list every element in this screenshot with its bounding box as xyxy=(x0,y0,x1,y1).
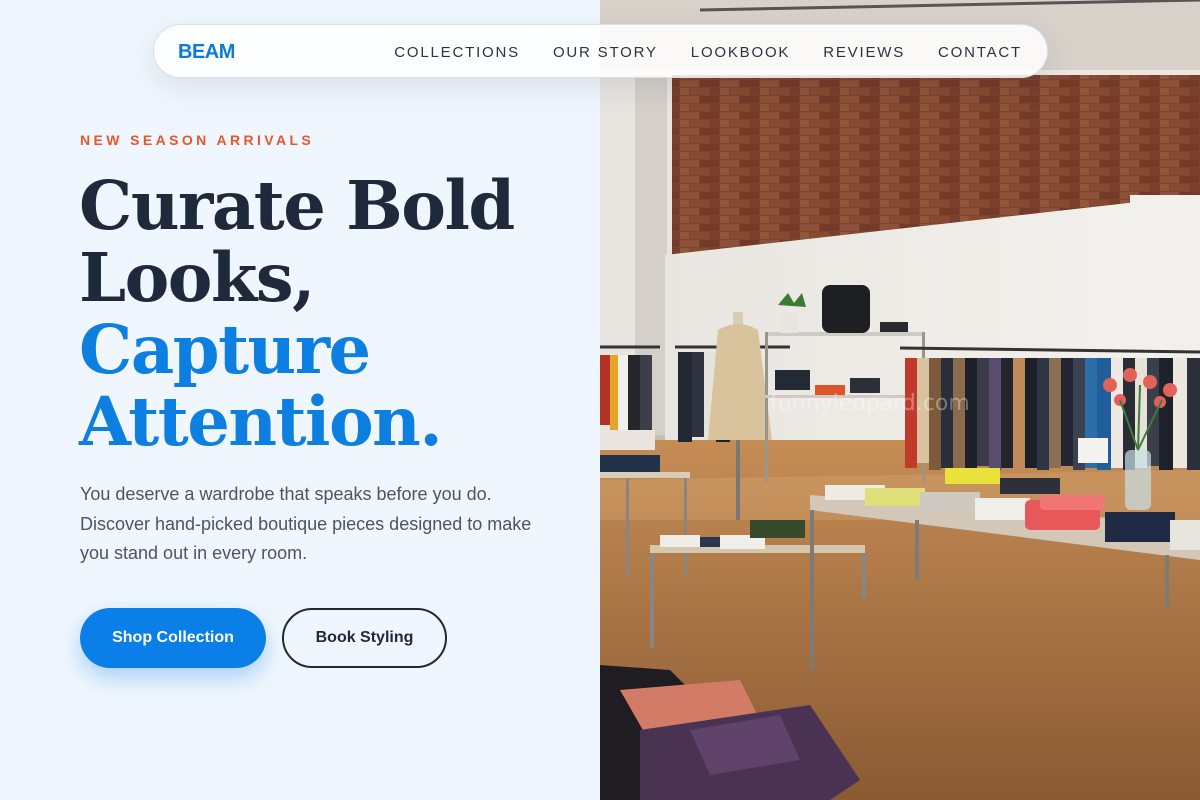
nav-link-reviews[interactable]: REVIEWS xyxy=(823,44,905,61)
svg-text:funnyleopard.com: funnyleopard.com xyxy=(770,391,970,416)
hero-image-boutique-interior: funnyleopard.com xyxy=(600,0,1200,800)
headline-line-1: Curate Bold xyxy=(79,166,515,245)
book-styling-button[interactable]: Book Styling xyxy=(282,608,447,668)
hero-eyebrow: NEW SEASON ARRIVALS xyxy=(80,132,315,148)
brand-logo[interactable]: BEAM xyxy=(178,25,235,79)
nav-link-lookbook[interactable]: LOOKBOOK xyxy=(691,44,790,61)
nav-link-contact[interactable]: CONTACT xyxy=(938,44,1022,61)
hero-headline: Curate Bold Looks, Capture Attention. xyxy=(79,170,589,458)
nav-link-collections[interactable]: COLLECTIONS xyxy=(394,44,520,61)
hero-description: You deserve a wardrobe that speaks befor… xyxy=(80,484,532,563)
headline-accent-line-2: Attention. xyxy=(79,382,443,461)
top-navigation-bar: BEAM COLLECTIONS OUR STORY LOOKBOOK REVI… xyxy=(153,24,1048,78)
shop-collection-button[interactable]: Shop Collection xyxy=(80,608,266,668)
headline-accent-line-1: Capture xyxy=(79,310,371,389)
nav-menu: COLLECTIONS OUR STORY LOOKBOOK REVIEWS C… xyxy=(394,25,1022,79)
nav-link-our-story[interactable]: OUR STORY xyxy=(553,44,658,61)
headline-line-2: Looks, xyxy=(79,238,315,317)
